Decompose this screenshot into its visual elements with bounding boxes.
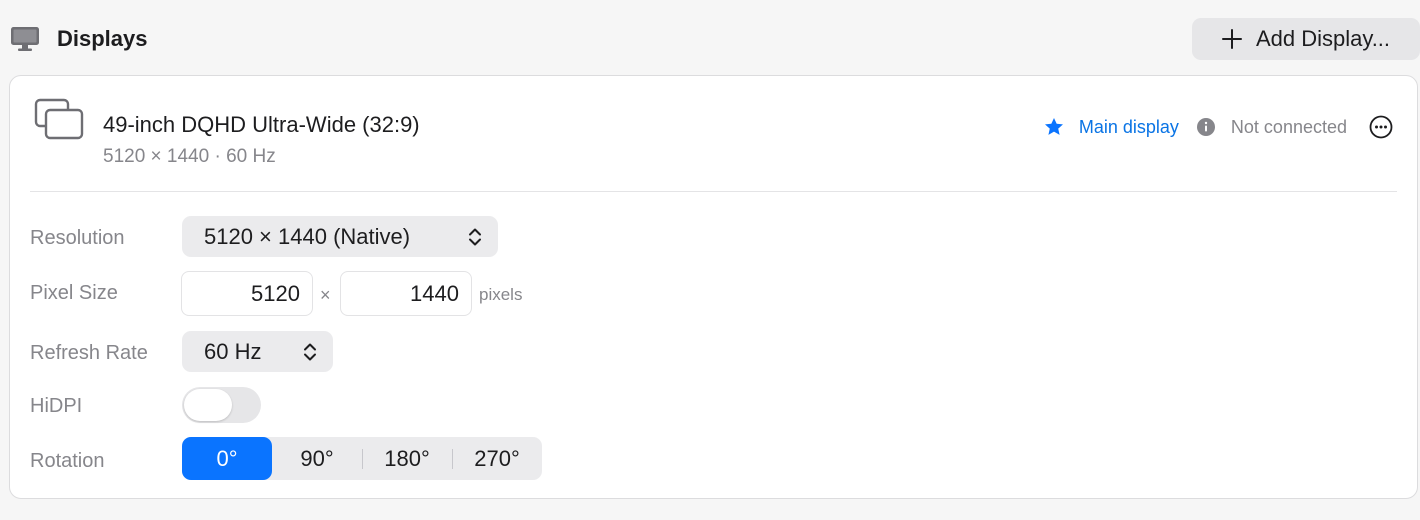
add-display-button[interactable]: Add Display... xyxy=(1192,18,1420,60)
section-title: Displays xyxy=(57,26,148,51)
pixel-unit-label: pixels xyxy=(479,285,523,304)
card-divider xyxy=(30,191,1397,192)
display-spec: 5120 × 1440 · 60 Hz xyxy=(103,146,276,167)
add-display-label: Add Display... xyxy=(1255,26,1391,51)
hidpi-toggle-knob xyxy=(184,389,232,421)
rotation-option-180[interactable]: 180° xyxy=(362,437,452,480)
rotation-option-270-label: 270° xyxy=(474,445,520,471)
rotation-option-90[interactable]: 90° xyxy=(272,437,362,480)
connection-status-label: Not connected xyxy=(1230,116,1347,137)
rotation-option-0[interactable]: 0° xyxy=(182,437,272,480)
display-status-area: Main display Not connected xyxy=(1043,114,1393,140)
hidpi-label: HiDPI xyxy=(30,395,83,417)
chevron-up-down-icon xyxy=(304,343,316,361)
main-display-label: Main display xyxy=(1078,116,1179,137)
rotation-option-270[interactable]: 270° xyxy=(452,437,542,480)
connection-status: Not connected xyxy=(1196,116,1347,138)
rotation-option-90-label: 90° xyxy=(300,445,334,471)
main-display-indicator[interactable]: Main display xyxy=(1043,116,1179,138)
display-card: 49-inch DQHD Ultra-Wide (32:9) 5120 × 14… xyxy=(9,75,1418,499)
refresh-rate-value: 60 Hz xyxy=(204,338,262,364)
pixel-size-label: Pixel Size xyxy=(30,282,118,304)
hidpi-toggle[interactable] xyxy=(182,387,261,423)
segment-divider xyxy=(362,449,363,469)
refresh-rate-label: Refresh Rate xyxy=(30,342,148,364)
pixel-width-field[interactable]: 5120 xyxy=(181,271,313,316)
chevron-up-down-icon xyxy=(469,228,481,246)
refresh-rate-select[interactable]: 60 Hz xyxy=(182,331,333,372)
more-options-icon[interactable] xyxy=(1369,115,1393,139)
displays-section-header: Displays Add Display... xyxy=(10,18,1420,60)
rotation-option-180-label: 180° xyxy=(384,445,430,471)
display-name: 49-inch DQHD Ultra-Wide (32:9) xyxy=(103,112,420,137)
info-icon xyxy=(1196,118,1215,136)
monitor-icon xyxy=(11,27,39,51)
star-icon xyxy=(1044,118,1063,135)
resolution-label: Resolution xyxy=(30,227,125,249)
rotation-label: Rotation xyxy=(30,450,105,472)
resolution-select[interactable]: 5120 × 1440 (Native) xyxy=(182,216,498,257)
resolution-value: 5120 × 1440 (Native) xyxy=(204,223,411,249)
pixel-height-field[interactable]: 1440 xyxy=(340,271,472,316)
pixel-size-separator: × xyxy=(320,285,331,305)
display-icon xyxy=(34,98,84,140)
rotation-segmented-control: 0° 90° 180° 270° xyxy=(182,437,542,480)
segment-divider xyxy=(452,449,453,469)
plus-icon xyxy=(1221,29,1242,49)
